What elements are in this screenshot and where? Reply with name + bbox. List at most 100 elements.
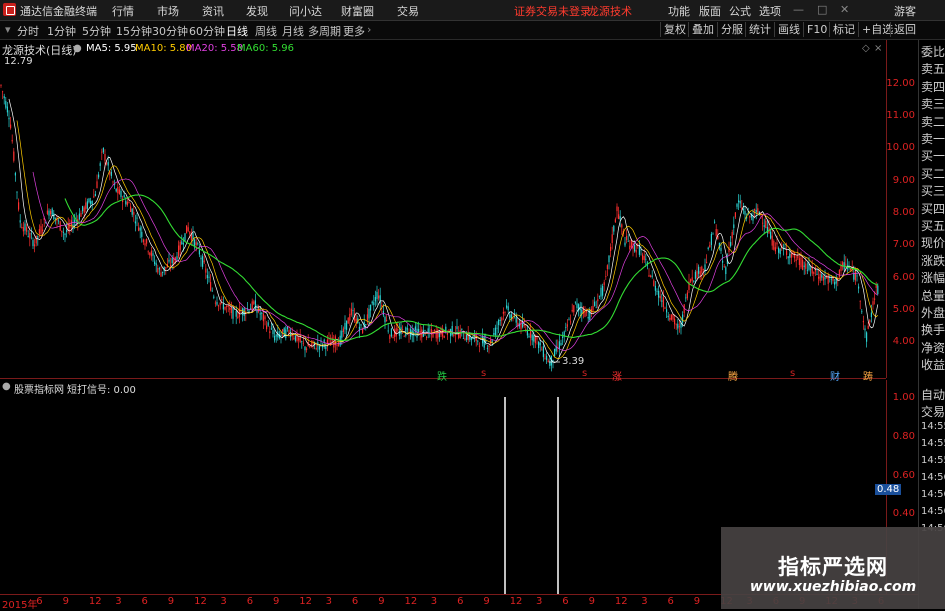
price-chart-pane[interactable]: 龙源技术(日线) ● MA5: 5.95 MA10: 5.80 MA20: 5.…: [0, 40, 886, 383]
btn-adjust[interactable]: 复权: [660, 22, 689, 37]
candle-body: [635, 250, 637, 253]
btn-draw[interactable]: 画线: [774, 22, 803, 37]
indicator-tick: 1.00: [892, 392, 915, 403]
side-quote-item[interactable]: 买三: [921, 182, 945, 199]
period-more[interactable]: 更多: [343, 23, 365, 39]
event-tag[interactable]: s: [480, 368, 487, 379]
diamond-icon[interactable]: ◇: [862, 43, 870, 54]
btn-stats[interactable]: 统计: [745, 22, 774, 37]
menu-options[interactable]: 选项: [759, 3, 781, 19]
side-quote-item[interactable]: 现价: [921, 234, 945, 251]
period-5min[interactable]: 5分钟: [82, 23, 111, 39]
candle-body: [98, 174, 100, 178]
event-tag[interactable]: s: [581, 368, 588, 379]
candle-body: [670, 314, 672, 320]
date-tick: 12: [404, 596, 418, 607]
menu-news[interactable]: 资讯: [202, 3, 224, 19]
candle-body: [11, 139, 13, 142]
menu-discover[interactable]: 发现: [246, 3, 268, 19]
side-quote-item[interactable]: 卖二: [921, 113, 945, 130]
login-notice[interactable]: 证券交易未登录: [514, 3, 591, 19]
date-tick: 3: [536, 596, 543, 607]
candle-body: [18, 202, 20, 210]
side-quote-item[interactable]: 涨跌: [921, 252, 945, 269]
candle-body: [301, 341, 303, 343]
side-trade[interactable]: 交易: [921, 403, 945, 420]
candle-body: [696, 271, 698, 279]
side-quote-item[interactable]: 总量: [921, 287, 945, 304]
period-1min[interactable]: 1分钟: [47, 23, 76, 39]
menu-ask[interactable]: 问小达: [289, 3, 322, 19]
side-quote-item[interactable]: 买五: [921, 217, 945, 234]
side-quote-item[interactable]: 涨幅: [921, 269, 945, 286]
candle-body: [366, 314, 368, 321]
menu-formula[interactable]: 公式: [729, 3, 751, 19]
btn-split[interactable]: 分服: [717, 22, 746, 37]
minimize-icon[interactable]: —: [793, 3, 804, 16]
period-30min[interactable]: 30分钟: [152, 23, 188, 39]
btn-back[interactable]: 返回: [890, 22, 919, 37]
candle-body: [651, 275, 653, 277]
menu-market-quotes[interactable]: 行情: [112, 3, 134, 19]
side-quote-item[interactable]: 卖五: [921, 60, 945, 77]
chevron-down-icon[interactable]: ▾: [5, 23, 11, 36]
candle-body: [538, 341, 540, 349]
candle-body: [770, 231, 772, 239]
settings-icon[interactable]: ●: [73, 43, 82, 54]
menu-trade[interactable]: 交易: [397, 3, 419, 19]
candle-body: [102, 147, 104, 153]
side-auto[interactable]: 自动: [921, 386, 945, 403]
kline-chart[interactable]: [0, 40, 886, 378]
candle-body: [547, 360, 549, 363]
candle-body: [730, 242, 732, 247]
date-tick: 6: [667, 596, 674, 607]
candle-body: [514, 313, 516, 314]
side-quote-item[interactable]: 买二: [921, 165, 945, 182]
candle-body: [373, 302, 375, 306]
side-quote-item[interactable]: 委比: [921, 43, 945, 60]
side-quote-item[interactable]: 换手: [921, 321, 945, 338]
close-icon[interactable]: ✕: [840, 3, 849, 16]
menu-market[interactable]: 市场: [157, 3, 179, 19]
period-multi[interactable]: 多周期: [308, 23, 341, 39]
side-quote-item[interactable]: 买一: [921, 147, 945, 164]
period-daily[interactable]: 日线: [226, 23, 248, 39]
side-quote-item[interactable]: 卖三: [921, 95, 945, 112]
side-quote-item[interactable]: 买四: [921, 200, 945, 217]
period-weekly[interactable]: 周线: [255, 23, 277, 39]
maximize-icon[interactable]: □: [817, 3, 827, 16]
candle-body: [706, 262, 708, 263]
period-15min[interactable]: 15分钟: [116, 23, 152, 39]
side-quote-item[interactable]: 收益: [921, 356, 945, 373]
date-tick: 9: [693, 596, 701, 607]
btn-f10[interactable]: F10: [803, 22, 830, 37]
candle-body: [168, 259, 170, 262]
btn-overlay[interactable]: 叠加: [688, 22, 717, 37]
period-monthly[interactable]: 月线: [282, 23, 304, 39]
candle-body: [830, 278, 832, 280]
guest-label[interactable]: 游客: [894, 3, 916, 19]
menu-layout[interactable]: 版面: [699, 3, 721, 19]
settings-icon[interactable]: ●: [2, 381, 11, 392]
candle-body: [235, 310, 237, 317]
close-pane-icon[interactable]: ×: [874, 43, 882, 54]
period-60min[interactable]: 60分钟: [189, 23, 225, 39]
candle-body: [16, 191, 18, 193]
period-intraday[interactable]: 分时: [17, 23, 39, 39]
side-quote-item[interactable]: 外盘: [921, 304, 945, 321]
candle-body: [232, 307, 234, 319]
candle-body: [275, 334, 277, 337]
side-quote-item[interactable]: 卖一: [921, 130, 945, 147]
event-tag[interactable]: s: [789, 368, 796, 379]
chevron-right-icon[interactable]: ›: [367, 23, 371, 36]
side-quote-item[interactable]: 卖四: [921, 78, 945, 95]
candle-body: [418, 328, 420, 332]
candle-body: [395, 328, 397, 337]
candle-body: [509, 314, 511, 318]
candle-body: [648, 274, 650, 277]
btn-mark[interactable]: 标记: [829, 22, 858, 37]
menu-wealth[interactable]: 财富圈: [341, 3, 374, 19]
menu-function[interactable]: 功能: [668, 3, 690, 19]
candle-body: [54, 217, 56, 219]
side-quote-item[interactable]: 净资: [921, 339, 945, 356]
